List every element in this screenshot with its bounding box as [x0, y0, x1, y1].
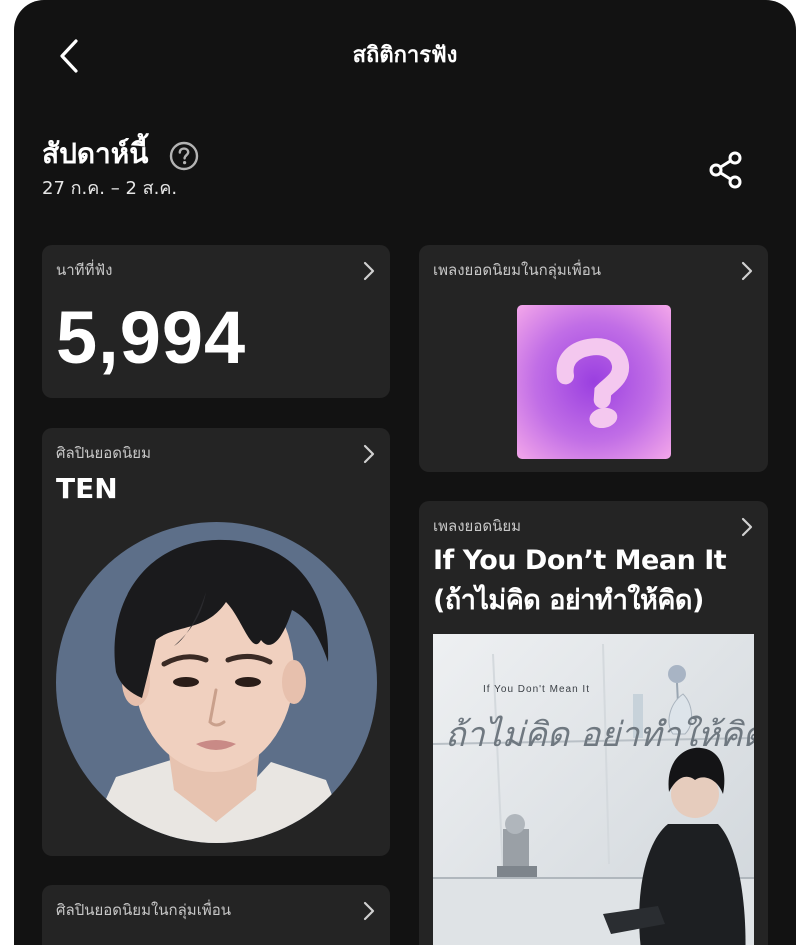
artist-photo: [56, 522, 377, 843]
top-song-title: If You Don’t Mean It (ถ้าไม่คิด อย่าทำให…: [433, 545, 727, 616]
friends-top-song-card[interactable]: เพลงยอดนิยมในกลุ่มเพื่อน: [419, 245, 768, 472]
chevron-right-icon: [363, 444, 375, 464]
top-artist-card[interactable]: ศิลปินยอดนิยม TEN: [42, 428, 390, 856]
chevron-right-icon: [363, 261, 375, 281]
cover-thai-title: ถ้าไม่คิด อย่าทำให้คิด: [445, 715, 754, 755]
friends-top-artist-label: ศิลปินยอดนิยมในกลุ่มเพื่อน: [56, 901, 231, 919]
chevron-right-icon: [741, 261, 753, 281]
friends-top-artist-card[interactable]: ศิลปินยอดนิยมในกลุ่มเพื่อน: [42, 885, 390, 945]
mystery-song-cover: [517, 305, 671, 459]
top-song-card[interactable]: เพลงยอดนิยม If You Don’t Mean It (ถ้าไม่…: [419, 501, 768, 945]
minutes-listened-card[interactable]: นาทีที่ฟัง 5,994: [42, 245, 390, 398]
song-cover-art: If You Don't Mean It ถ้าไม่คิด อย่าทำให้…: [433, 634, 754, 945]
listening-stats-screen: สถิติการฟัง สัปดาห์นี้ 27 ก.ค. – 2 ส.ค. …: [14, 0, 796, 945]
help-button[interactable]: [168, 140, 200, 172]
friends-top-song-label: เพลงยอดนิยมในกลุ่มเพื่อน: [433, 261, 602, 279]
chevron-right-icon: [741, 517, 753, 537]
chevron-right-icon: [363, 901, 375, 921]
share-icon: [709, 151, 742, 189]
page-title: สถิติการฟัง: [352, 43, 458, 68]
minutes-listened-label: นาทีที่ฟัง: [56, 261, 113, 279]
minutes-listened-value: 5,994: [56, 296, 247, 379]
share-button[interactable]: [704, 148, 748, 192]
question-circle-icon: [169, 141, 199, 171]
period-title: สัปดาห์นี้: [42, 137, 149, 170]
top-artist-name: TEN: [56, 472, 118, 505]
period-date-range: 27 ก.ค. – 2 ส.ค.: [42, 178, 178, 199]
top-artist-label: ศิลปินยอดนิยม: [56, 444, 151, 462]
top-song-label: เพลงยอดนิยม: [433, 517, 522, 535]
cover-small-title: If You Don't Mean It: [483, 684, 590, 695]
